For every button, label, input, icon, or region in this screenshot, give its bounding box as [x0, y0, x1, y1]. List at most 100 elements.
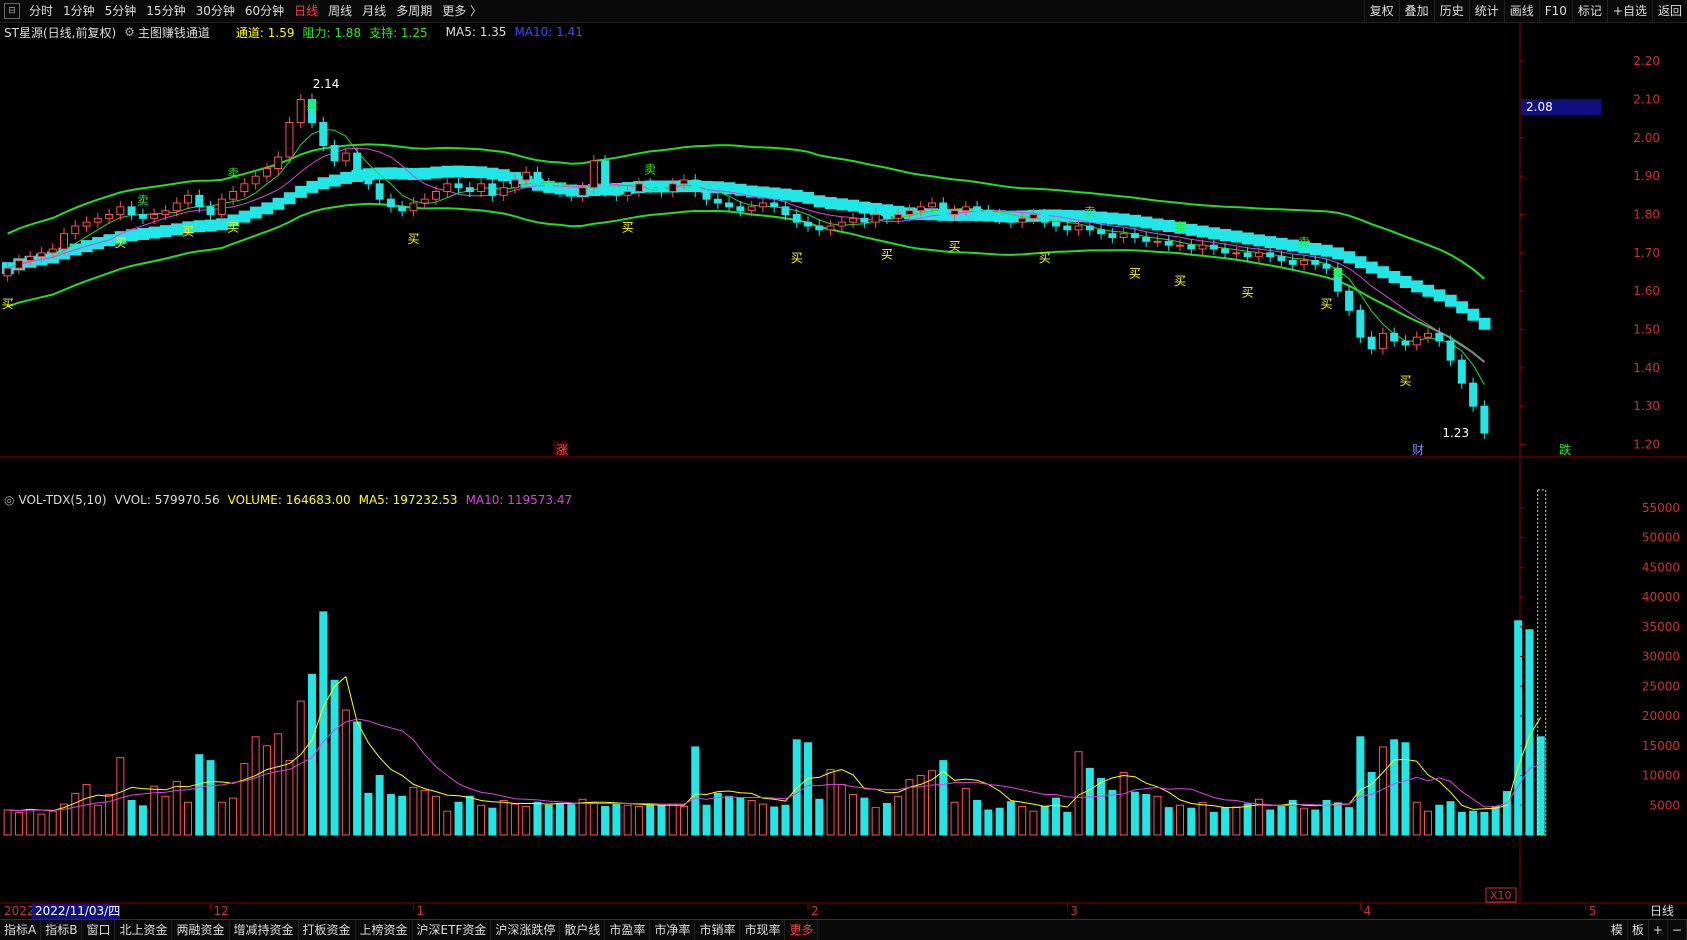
indicator-tab-4[interactable]: 两融资金: [172, 920, 230, 940]
volume-bar: [882, 802, 891, 836]
bottom-control-2[interactable]: +: [1649, 920, 1668, 940]
sell-signal: 卖: [1084, 205, 1096, 219]
bottom-control-0[interactable]: 模: [1607, 920, 1628, 940]
candle-body: [510, 179, 519, 189]
volume-bar: [804, 742, 812, 836]
indicator-tab-11[interactable]: 市盈率: [605, 920, 651, 940]
candle-body: [894, 214, 903, 219]
vol-unit-label: X10: [1490, 889, 1512, 902]
volume-bar: [589, 801, 598, 836]
buy-signal: 买: [114, 236, 126, 250]
candle-body: [601, 160, 610, 192]
candle-body: [477, 183, 486, 192]
period-right-label: 日线: [1650, 904, 1674, 918]
volume-value: VOLUME: 164683.00: [227, 493, 351, 507]
vol-indicator-name[interactable]: VOL-TDX(5,10): [18, 493, 106, 507]
channel-ribbon-segment: [1151, 218, 1164, 231]
vol-tick-label: 20000: [1642, 709, 1680, 723]
volume-bar: [1457, 811, 1466, 836]
vol-tick-label: 40000: [1642, 590, 1680, 604]
price-tick-label: 1.50: [1633, 323, 1660, 337]
indicator-tab-10[interactable]: 散户线: [560, 920, 606, 940]
volume-bar: [725, 795, 734, 836]
candle-body: [1446, 340, 1455, 361]
candle-body: [804, 221, 812, 227]
bottom-control-1[interactable]: 板: [1628, 920, 1649, 940]
candle-body: [262, 168, 271, 177]
indicator-tab-5[interactable]: 增减持资金: [230, 920, 299, 940]
volume-bar: [477, 804, 486, 836]
volume-bar: [1446, 801, 1455, 836]
vvol-value: VVOL: 579970.56: [114, 493, 220, 507]
price-tick-label: 1.80: [1633, 208, 1660, 222]
indicator-tabs: 指标A 指标B 窗口 北上资金 两融资金 增减持资金 打板资金 上榜资金 沪深ETF资金 沪深涨跌…: [0, 920, 819, 940]
indicator-tab-2[interactable]: 窗口: [82, 920, 116, 940]
volume-bar: [1097, 777, 1106, 836]
indicator-tab-1[interactable]: 指标B: [41, 920, 83, 940]
volume-bar: [1052, 797, 1060, 836]
indicator-tab-13[interactable]: 市销率: [695, 920, 741, 940]
volume-bar: [217, 801, 226, 836]
candle-body: [454, 183, 463, 189]
buy-signal: 买: [2, 297, 14, 311]
candle-body: [1029, 214, 1038, 219]
year-prefix: 2022: [4, 904, 35, 918]
candle-body: [195, 194, 204, 208]
indicator-tab-15[interactable]: 更多: [785, 920, 819, 940]
month-label: 4: [1363, 904, 1371, 918]
bottom-control-3[interactable]: −: [1668, 920, 1687, 940]
volume-bar: [1164, 807, 1173, 836]
buy-signal: 买: [1321, 297, 1333, 311]
candle-body: [1164, 240, 1173, 246]
volume-bar: [1491, 805, 1500, 836]
chart-canvas: 2.141.23 买买买 买买买买 买买买买买买买买卖卖卖卖卖卖卖卖涨财跌 1.20…: [0, 22, 1687, 919]
candle-body: [1052, 221, 1060, 227]
candle-body: [184, 194, 192, 204]
price-tick-label: 1.20: [1633, 438, 1660, 452]
volume-bar: [1063, 811, 1072, 836]
candle-body: [1243, 252, 1252, 258]
candle-body: [668, 183, 677, 192]
candle-body: [1142, 237, 1151, 242]
candle-body: [161, 210, 170, 216]
indicator-tab-3[interactable]: 北上资金: [115, 920, 173, 940]
indicator-tab-8[interactable]: 沪深ETF资金: [413, 920, 492, 940]
candle-body: [1390, 332, 1399, 342]
vol-tick-label: 30000: [1642, 650, 1680, 664]
candle-body: [1401, 340, 1410, 346]
candle-body: [1469, 382, 1478, 407]
candle-body: [386, 198, 395, 208]
candle-body: [1356, 309, 1365, 338]
indicator-tab-12[interactable]: 市净率: [650, 920, 696, 940]
volume-bar: [758, 803, 767, 836]
volume-bar: [702, 804, 711, 836]
volume-bar: [274, 733, 283, 836]
candle-body: [928, 202, 936, 208]
buy-signal: 买: [1039, 251, 1051, 265]
volume-bar: [1243, 803, 1252, 836]
candle-body: [1063, 225, 1072, 231]
vol-ma10-line: [7, 718, 1541, 812]
indicator-tab-14[interactable]: 市现率: [740, 920, 786, 940]
candle-body: [1198, 244, 1207, 250]
channel-ribbon-segment: [137, 227, 150, 240]
vol-collapse-icon[interactable]: ◎: [4, 493, 14, 507]
candle-body: [939, 202, 948, 215]
candle-body: [229, 191, 238, 200]
candle-body: [409, 202, 418, 212]
candle-body: [680, 179, 688, 185]
volume-bar: [375, 775, 384, 836]
indicator-tab-7[interactable]: 上榜资金: [356, 920, 413, 940]
candle-body: [1266, 252, 1275, 258]
buy-signal: 买: [949, 240, 961, 254]
candle-body: [758, 202, 767, 208]
volume-bar: [465, 795, 474, 836]
candle-body: [1006, 217, 1015, 223]
indicator-tab-0[interactable]: 指标A: [0, 920, 42, 940]
indicator-tab-6[interactable]: 打板资金: [299, 920, 356, 940]
candle-body: [1097, 229, 1106, 235]
volume-bar: [3, 809, 12, 836]
candle-body: [1254, 252, 1263, 258]
indicator-tab-9[interactable]: 沪深涨跌停: [491, 920, 561, 940]
volume-bar: [319, 611, 328, 836]
